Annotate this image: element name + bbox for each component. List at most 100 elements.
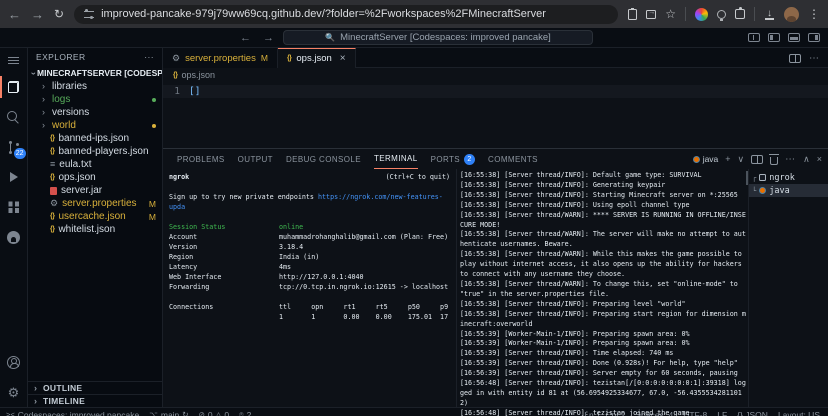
maximize-panel-icon[interactable]: ∧ xyxy=(803,154,810,165)
downloads-icon[interactable]: ↓ xyxy=(764,9,775,20)
tab-output[interactable]: OUTPUT xyxy=(238,149,273,169)
open-in-window-icon[interactable] xyxy=(646,10,656,19)
history-forward-button[interactable]: → xyxy=(263,32,274,44)
browser-forward-button[interactable]: → xyxy=(31,8,44,21)
tree-item-world[interactable]: ›world xyxy=(28,119,162,132)
search-icon xyxy=(7,111,20,124)
history-back-button[interactable]: ← xyxy=(240,32,251,44)
sidebar-item-extensions[interactable] xyxy=(0,192,28,222)
sync-icon: ↻ xyxy=(182,409,188,416)
keyboard-layout[interactable]: Layout: US xyxy=(778,409,820,416)
json-icon: {} xyxy=(50,213,54,220)
divider xyxy=(754,7,755,21)
browser-back-button[interactable]: ← xyxy=(8,8,21,21)
url-text: improved-pancake-979j79ww69cq.github.dev… xyxy=(101,8,546,20)
tree-item-server-properties[interactable]: ⚙server.propertiesM xyxy=(28,197,162,210)
account-icon xyxy=(7,356,20,369)
tree-item-usercache[interactable]: {}usercache.jsonM xyxy=(28,210,162,223)
ngrok-version: Version3.18.4 xyxy=(169,242,450,252)
split-terminal-icon[interactable] xyxy=(751,155,763,164)
terminal-dropdown-icon[interactable]: ∨ xyxy=(738,154,745,165)
terminal-list-item-ngrok[interactable]: ┌ ngrok xyxy=(749,171,828,184)
remote-indicator[interactable]: ><Codespaces: improved pancake xyxy=(6,409,139,416)
extension-colorwheel-icon[interactable] xyxy=(695,8,708,21)
tab-comments[interactable]: COMMENTS xyxy=(488,149,538,169)
clipboard-icon[interactable] xyxy=(628,9,637,20)
toggle-sidebar-icon[interactable] xyxy=(768,33,780,42)
extensions-puzzle-icon[interactable] xyxy=(735,9,745,19)
tree-item-eula[interactable]: ≡eula.txt xyxy=(28,158,162,171)
active-terminal-label[interactable]: java xyxy=(693,154,719,164)
menu-button[interactable] xyxy=(0,48,28,72)
browser-reload-button[interactable]: ↻ xyxy=(54,8,64,20)
new-terminal-icon[interactable]: + xyxy=(725,154,730,164)
tree-item-logs[interactable]: ›logs xyxy=(28,93,162,106)
sidebar-item-source-control[interactable]: 22 xyxy=(0,132,28,162)
sidebar-item-run-debug[interactable] xyxy=(0,162,28,192)
browser-menu-icon[interactable]: ⋮ xyxy=(808,7,820,21)
command-center-search[interactable]: 🔍 MinecraftServer [Codespaces: improved … xyxy=(283,30,593,45)
settings-button[interactable]: ⚙ xyxy=(0,377,28,407)
ngrok-region: RegionIndia (in) xyxy=(169,252,450,262)
toggle-panel-icon[interactable] xyxy=(788,33,800,42)
chevron-right-icon: › xyxy=(42,108,48,117)
close-icon[interactable]: × xyxy=(340,53,346,64)
explorer-actions-icon[interactable]: ··· xyxy=(144,52,154,62)
vscode-titlebar: ← → 🔍 MinecraftServer [Codespaces: impro… xyxy=(0,28,828,48)
tab-server-properties[interactable]: ⚙ server.properties M xyxy=(163,48,278,68)
tab-ops-json[interactable]: {} ops.json × xyxy=(278,48,356,68)
tab-problems[interactable]: PROBLEMS xyxy=(177,149,225,169)
breadcrumb[interactable]: {} ops.json xyxy=(163,68,828,82)
extension-bulb-icon[interactable] xyxy=(717,10,726,19)
account-button[interactable] xyxy=(0,347,28,377)
forwarded-ports-indicator[interactable]: ⌾2 xyxy=(239,409,251,416)
ngrok-connections-header: Connectionsttl opn rt1 rt5 p50 p9 xyxy=(169,302,450,312)
tree-item-banned-ips[interactable]: {}banned-ips.json xyxy=(28,132,162,145)
timeline-section[interactable]: ›TIMELINE xyxy=(28,394,162,407)
search-icon: 🔍 xyxy=(325,33,335,42)
code-editor[interactable]: 1 [] xyxy=(163,82,828,148)
modified-badge: M xyxy=(149,199,156,209)
chevron-right-icon: › xyxy=(34,397,40,406)
ports-icon: ⌾ xyxy=(239,409,244,416)
kill-terminal-icon[interactable] xyxy=(770,157,778,165)
tree-item-libraries[interactable]: ›libraries xyxy=(28,80,162,93)
text-file-icon: ≡ xyxy=(50,160,55,169)
sidebar-item-github[interactable] xyxy=(0,222,28,252)
sidebar-item-explorer[interactable] xyxy=(0,72,28,102)
tab-ports[interactable]: PORTS2 xyxy=(431,149,475,169)
tree-item-versions[interactable]: ›versions xyxy=(28,106,162,119)
address-bar[interactable]: improved-pancake-979j79ww69cq.github.dev… xyxy=(74,5,618,24)
java-terminal[interactable]: [16:55:38] [Server thread/INFO]: Default… xyxy=(457,169,748,407)
tree-item-server-jar[interactable]: server.jar xyxy=(28,184,162,197)
close-panel-icon[interactable]: × xyxy=(817,154,822,164)
modified-badge: M xyxy=(149,212,156,222)
terminal-scrollbar[interactable] xyxy=(746,171,749,185)
outline-section[interactable]: ›OUTLINE xyxy=(28,381,162,394)
tree-item-ops[interactable]: {}ops.json xyxy=(28,171,162,184)
bookmark-star-icon[interactable]: ☆ xyxy=(665,7,676,21)
bottom-panel: PROBLEMS OUTPUT DEBUG CONSOLE TERMINAL P… xyxy=(163,148,828,407)
tab-debug-console[interactable]: DEBUG CONSOLE xyxy=(286,149,361,169)
more-actions-icon[interactable]: ⋯ xyxy=(809,53,820,64)
terminal-list-item-java[interactable]: └ java xyxy=(749,184,828,197)
branch-indicator[interactable]: ⌥main↻ xyxy=(149,409,188,416)
tab-terminal[interactable]: TERMINAL xyxy=(374,149,418,169)
site-info-icon[interactable] xyxy=(84,11,94,18)
scm-badge: 22 xyxy=(14,148,26,159)
problems-indicator[interactable]: ⊘0△0 xyxy=(199,409,230,416)
tree-item-banned-players[interactable]: {}banned-players.json xyxy=(28,145,162,158)
browser-actions: ☆ ↓ ⋮ xyxy=(628,7,820,22)
workspace-title: MinecraftServer [Codespaces: improved pa… xyxy=(340,32,551,43)
workspace-root-folder[interactable]: › MINECRAFTSERVER [CODESPACES: IMPRO... xyxy=(28,66,162,80)
ngrok-terminal[interactable]: ngrok (Ctrl+C to quit) Sign up to try ne… xyxy=(163,169,457,407)
toggle-secondary-sidebar-icon[interactable] xyxy=(808,33,820,42)
customize-layout-icon[interactable] xyxy=(748,33,760,42)
panel-more-icon[interactable]: ⋯ xyxy=(785,154,796,165)
tree-item-whitelist[interactable]: {}whitelist.json xyxy=(28,223,162,236)
split-editor-icon[interactable] xyxy=(789,54,801,63)
profile-avatar[interactable] xyxy=(784,7,799,22)
sidebar-item-search[interactable] xyxy=(0,102,28,132)
ngrok-web-interface: Web Interfacehttp://127.0.0.1:4040 xyxy=(169,272,450,282)
json-icon: {} xyxy=(50,226,54,233)
